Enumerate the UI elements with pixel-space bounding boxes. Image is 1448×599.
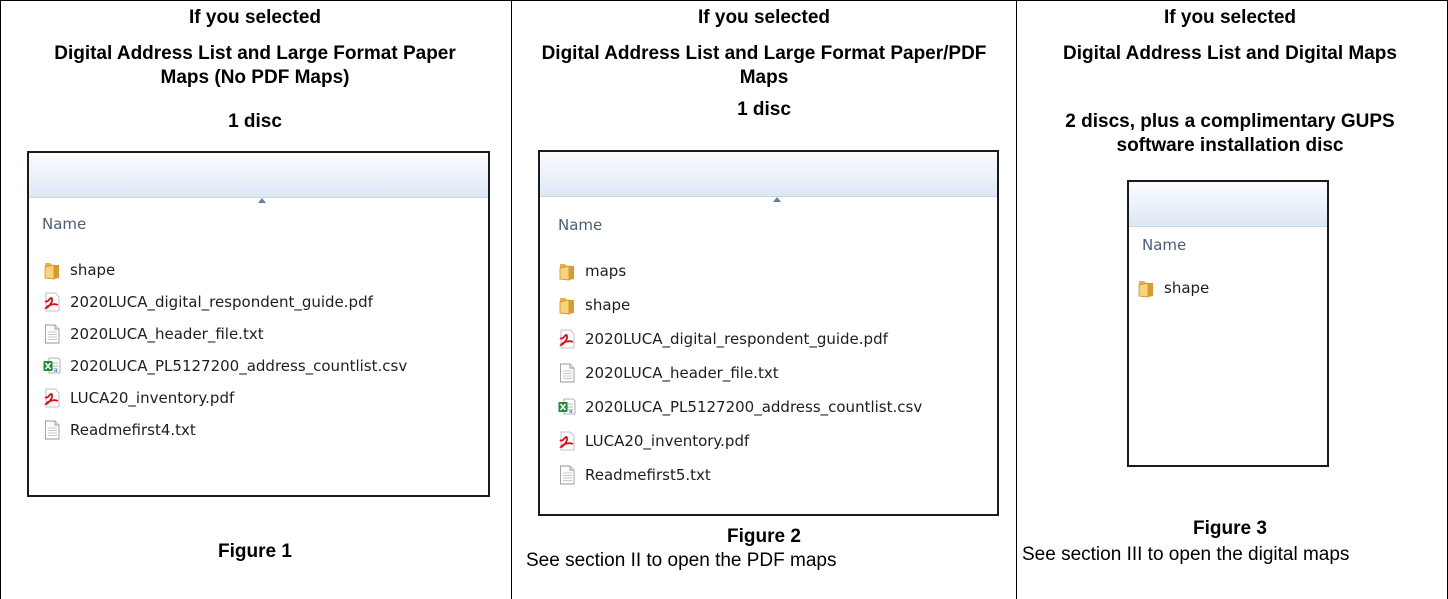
explorer-window: Name maps shape 2020LUCA_digital_responden… bbox=[538, 150, 999, 516]
explorer-window: Name shape 2020LUCA_digital_respondent_gu… bbox=[27, 151, 490, 497]
file-list-item[interactable]: a 2020LUCA_PL5127200_address_countlist.cs… bbox=[558, 395, 922, 419]
text-file-icon bbox=[558, 363, 576, 383]
file-list-item[interactable]: 2020LUCA_header_file.txt bbox=[558, 361, 779, 385]
figure-note: See section II to open the PDF maps bbox=[526, 550, 837, 571]
file-list-item[interactable]: 2020LUCA_digital_respondent_guide.pdf bbox=[43, 290, 373, 314]
column-heading-discs: 1 disc bbox=[737, 99, 791, 120]
file-list-item[interactable]: shape bbox=[43, 258, 115, 282]
file-list-item[interactable]: shape bbox=[1137, 276, 1209, 300]
file-name: shape bbox=[585, 296, 631, 314]
file-name: 2020LUCA_header_file.txt bbox=[70, 325, 264, 343]
folder-icon bbox=[1137, 278, 1155, 298]
folder-icon bbox=[558, 261, 576, 281]
file-name: 2020LUCA_PL5127200_address_countlist.csv bbox=[585, 398, 923, 416]
explorer-window: Name shape bbox=[1127, 180, 1329, 467]
explorer-toolbar bbox=[29, 153, 488, 198]
file-name: shape bbox=[70, 261, 116, 279]
file-name: LUCA20_inventory.pdf bbox=[70, 389, 235, 407]
pdf-file-icon bbox=[43, 388, 61, 408]
name-column-header[interactable]: Name bbox=[558, 216, 602, 234]
file-name: 2020LUCA_digital_respondent_guide.pdf bbox=[70, 293, 373, 311]
folder-icon bbox=[558, 295, 576, 315]
file-name: shape bbox=[1164, 279, 1210, 297]
column-heading-label: If you selected bbox=[698, 7, 830, 28]
text-file-icon bbox=[43, 420, 61, 440]
figure-caption: Figure 3 bbox=[1193, 518, 1267, 539]
file-name: maps bbox=[585, 262, 627, 280]
file-name: LUCA20_inventory.pdf bbox=[585, 432, 750, 450]
column-heading-label: If you selected bbox=[1164, 7, 1296, 28]
svg-text:a: a bbox=[569, 408, 573, 415]
table-divider-2 bbox=[1016, 0, 1017, 599]
file-list-item[interactable]: 2020LUCA_header_file.txt bbox=[43, 322, 264, 346]
file-list-item[interactable]: maps bbox=[558, 259, 626, 283]
explorer-toolbar bbox=[1129, 182, 1327, 227]
pdf-file-icon bbox=[558, 431, 576, 451]
excel-csv-file-icon: a bbox=[558, 397, 576, 417]
excel-csv-file-icon: a bbox=[43, 356, 61, 376]
file-name: Readmefirst4.txt bbox=[70, 421, 196, 439]
selection-table: If you selected Digital Address List and… bbox=[0, 0, 1448, 599]
file-name: 2020LUCA_header_file.txt bbox=[585, 364, 779, 382]
column-heading-option: Digital Address List and Large Format Pa… bbox=[541, 43, 987, 88]
pdf-file-icon bbox=[43, 292, 61, 312]
file-name: 2020LUCA_PL5127200_address_countlist.csv bbox=[70, 357, 408, 375]
name-column-header[interactable]: Name bbox=[42, 215, 86, 233]
file-list-item[interactable]: LUCA20_inventory.pdf bbox=[43, 386, 234, 410]
column-heading-label: If you selected bbox=[189, 7, 321, 28]
file-list-item[interactable]: a 2020LUCA_PL5127200_address_countlist.cs… bbox=[43, 354, 407, 378]
table-divider-1 bbox=[511, 0, 512, 599]
file-list-item[interactable]: shape bbox=[558, 293, 630, 317]
sort-ascending-icon bbox=[773, 197, 781, 202]
text-file-icon bbox=[43, 324, 61, 344]
explorer-toolbar bbox=[540, 152, 997, 197]
table-top-border bbox=[0, 0, 1448, 1]
figure-caption: Figure 2 bbox=[727, 526, 801, 547]
name-column-header[interactable]: Name bbox=[1142, 236, 1186, 254]
file-list-item[interactable]: LUCA20_inventory.pdf bbox=[558, 429, 749, 453]
figure-note: See section III to open the digital maps bbox=[1022, 544, 1350, 565]
column-heading-option: Digital Address List and Digital Maps bbox=[1063, 43, 1397, 64]
sort-ascending-icon bbox=[258, 198, 266, 203]
pdf-file-icon bbox=[558, 329, 576, 349]
column-heading-option: Digital Address List and Large Format Pa… bbox=[54, 43, 456, 88]
file-list-item[interactable]: Readmefirst5.txt bbox=[558, 463, 711, 487]
column-heading-discs: 1 disc bbox=[228, 111, 282, 132]
text-file-icon bbox=[558, 465, 576, 485]
file-name: 2020LUCA_digital_respondent_guide.pdf bbox=[585, 330, 888, 348]
column-heading-discs: 2 discs, plus a complimentary GUPS softw… bbox=[1065, 111, 1395, 156]
file-list-item[interactable]: 2020LUCA_digital_respondent_guide.pdf bbox=[558, 327, 888, 351]
figure-caption: Figure 1 bbox=[218, 541, 292, 562]
file-name: Readmefirst5.txt bbox=[585, 466, 711, 484]
table-border-left bbox=[0, 0, 1, 599]
svg-text:a: a bbox=[54, 367, 58, 374]
file-list-item[interactable]: Readmefirst4.txt bbox=[43, 418, 196, 442]
folder-icon bbox=[43, 260, 61, 280]
